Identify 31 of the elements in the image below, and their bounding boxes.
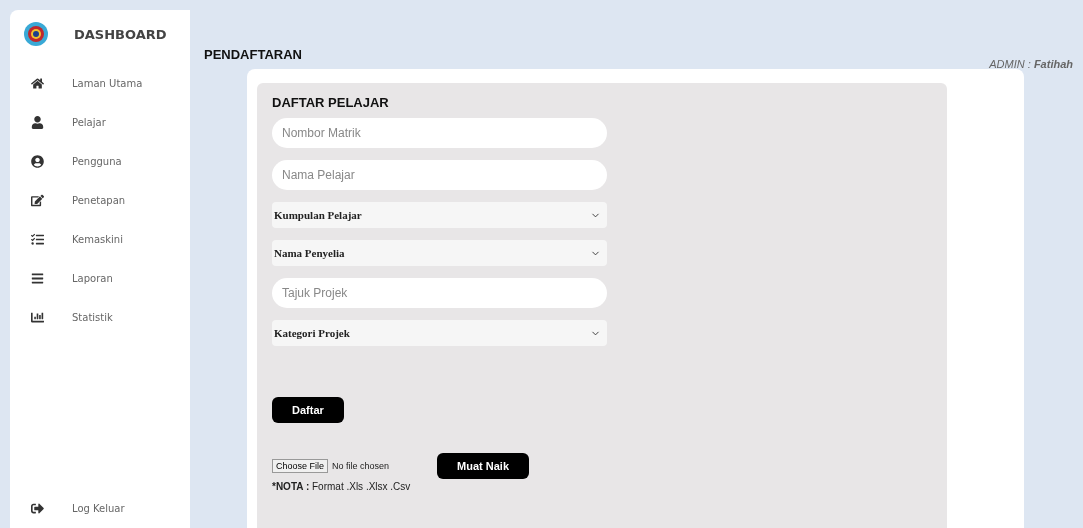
choose-file-button[interactable]: Choose File xyxy=(272,459,329,473)
user-icon xyxy=(30,116,44,129)
logo-icon xyxy=(24,22,48,46)
form-title: DAFTAR PELAJAR xyxy=(272,95,390,110)
edit-icon xyxy=(30,194,44,207)
dropdown[interactable]: Kategori Projek xyxy=(272,320,607,346)
logout-icon xyxy=(30,502,44,515)
menu-icon xyxy=(30,272,44,285)
home-icon xyxy=(30,77,44,90)
sidebar-title: DASHBOARD xyxy=(74,26,167,42)
sidebar-item[interactable]: Laman Utama xyxy=(10,64,190,103)
format-note: *NOTA : Format .Xls .Xlsx .Csv xyxy=(272,481,412,492)
register-button[interactable]: Daftar xyxy=(272,397,344,423)
dropdown[interactable]: Nama Penyelia xyxy=(272,240,607,266)
dropdown[interactable]: Kumpulan Pelajar xyxy=(272,202,607,228)
bar-chart-icon xyxy=(30,311,44,324)
sidebar-item[interactable]: Laporan xyxy=(10,259,190,298)
sidebar-item[interactable]: Statistik xyxy=(10,298,190,337)
input-field[interactable]: Nombor Matrik xyxy=(272,118,607,148)
sidebar-item[interactable]: Pelajar xyxy=(10,103,190,142)
sidebar-item[interactable]: Pengguna xyxy=(10,142,190,181)
input-field[interactable]: Tajuk Projek xyxy=(272,278,607,308)
logout-link[interactable]: Log Keluar xyxy=(10,489,190,528)
checklist-icon xyxy=(30,233,44,246)
upload-button[interactable]: Muat Naik xyxy=(437,453,530,479)
input-field[interactable]: Nama Pelajar xyxy=(272,160,607,190)
admin-label: ADMIN : Fatihah xyxy=(989,58,1073,70)
page-title: PENDAFTARAN xyxy=(204,47,302,62)
file-status: No file chosen xyxy=(332,461,390,471)
sidebar-item[interactable]: Penetapan xyxy=(10,181,190,220)
sidebar-item[interactable]: Kemaskini xyxy=(10,220,190,259)
